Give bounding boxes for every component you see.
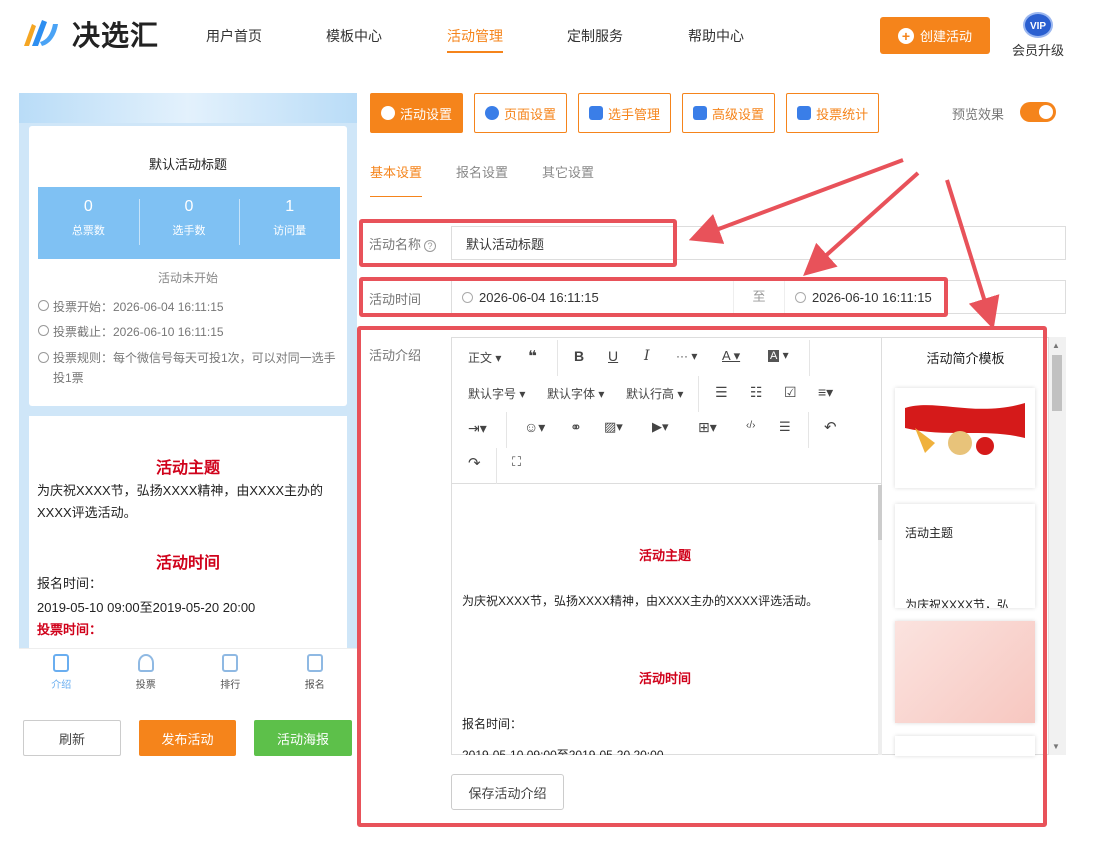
stat-label: 总票数: [71, 225, 105, 237]
preview-vote-label: 投票时间：: [37, 622, 103, 637]
vote-start-row: 投票开始：2026-06-04 16:11:15: [38, 298, 338, 315]
info-icon: [38, 352, 49, 363]
clock-icon: [38, 300, 49, 311]
activity-poster-button[interactable]: 活动海报: [254, 720, 352, 756]
logo-text: 决选汇: [72, 20, 160, 51]
preview-summary-card: 默认活动标题 0 总票数 0 选手数 1 访问量 活动未开始 投票开始：2026…: [29, 126, 347, 406]
logo[interactable]: 决选汇: [20, 14, 159, 54]
vote-end-text: 投票截止：2026-06-10 16:11:15: [53, 325, 224, 339]
vote-rule-text: 投票规则：每个微信号每天可投1次，可以对同一选手投1票: [53, 351, 336, 385]
document-icon: [53, 654, 70, 672]
nav-activity-management[interactable]: 活动管理: [447, 26, 503, 53]
subtab-other[interactable]: 其它设置: [542, 162, 594, 181]
vip-upgrade[interactable]: VIP 会员升级: [1010, 12, 1066, 59]
tab-label: 页面设置: [504, 106, 557, 122]
stat-label: 访问量: [273, 225, 307, 237]
nav-template-center[interactable]: 模板中心: [326, 26, 382, 46]
vote-end-row: 投票截止：2026-06-10 16:11:15: [38, 323, 338, 340]
stat-value: 1: [285, 198, 295, 215]
users-icon: [589, 106, 604, 120]
tab-label: 介绍: [51, 680, 72, 691]
nav-user-home[interactable]: 用户首页: [206, 26, 262, 46]
preview-banner: [19, 93, 357, 123]
settings-tabs: 活动设置 页面设置 选手管理 高级设置 投票统计: [370, 93, 880, 133]
scroll-up-icon[interactable]: ▲: [1052, 341, 1060, 350]
top-header: 决选汇 用户首页 模板中心 活动管理 定制服务 帮助中心 + 创建活动 VIP …: [0, 0, 1115, 72]
tab-label: 选手管理: [608, 106, 661, 122]
stat-value: 0: [83, 198, 93, 215]
sliders-icon: [693, 106, 708, 120]
preview-theme-text: 为庆祝XXXX节，弘扬XXXX精神，由XXXX主办的XXXX评选活动。: [37, 483, 324, 520]
nav-help-center[interactable]: 帮助中心: [688, 26, 744, 46]
preview-stats: 0 总票数 0 选手数 1 访问量: [38, 187, 340, 259]
preview-tabbar: 介绍 投票 排行 报名: [19, 648, 357, 700]
gear-icon: [485, 106, 500, 120]
tab-label: 报名: [304, 680, 325, 691]
tab-page-settings[interactable]: 页面设置: [474, 93, 568, 133]
star-icon: [381, 106, 395, 120]
tab-label: 排行: [220, 680, 241, 691]
stat-label: 选手数: [172, 225, 206, 237]
tab-vote-statistics[interactable]: 投票统计: [786, 93, 880, 133]
user-icon: [137, 654, 154, 672]
bar-chart-icon: [222, 654, 239, 672]
preview-title: 默认活动标题: [148, 157, 227, 172]
highlight-intro-box: [357, 326, 1047, 827]
preview-toggle[interactable]: [1020, 102, 1056, 122]
bar-chart-icon: [797, 106, 812, 120]
stat-visits: 1 访问量: [239, 187, 340, 259]
preview-tab-signup[interactable]: 报名: [273, 649, 358, 700]
tab-activity-settings[interactable]: 活动设置: [370, 93, 464, 133]
tab-advanced-settings[interactable]: 高级设置: [682, 93, 776, 133]
mobile-preview: 默认活动标题 0 总票数 0 选手数 1 访问量 活动未开始 投票开始：2026…: [19, 93, 357, 698]
plus-icon: +: [897, 27, 914, 44]
create-activity-button[interactable]: + 创建活动: [880, 17, 990, 54]
refresh-button[interactable]: 刷新: [23, 720, 121, 756]
highlight-time-box: [359, 277, 948, 317]
preview-time-heading: 活动时间: [155, 555, 220, 572]
subtab-signup[interactable]: 报名设置: [456, 162, 508, 181]
vote-start-text: 投票开始：2026-06-04 16:11:15: [53, 300, 224, 314]
tab-label: 投票统计: [816, 106, 869, 122]
highlight-name-box: [359, 219, 677, 267]
scroll-down-icon[interactable]: ▼: [1052, 742, 1060, 751]
create-activity-label: 创建活动: [919, 29, 972, 44]
nav-custom-service[interactable]: 定制服务: [567, 26, 623, 46]
tab-label: 活动设置: [400, 106, 453, 122]
stat-total-votes: 0 总票数: [38, 187, 139, 259]
activity-status: 活动未开始: [157, 271, 218, 285]
arrow-to-name: [688, 158, 904, 244]
stat-value: 0: [184, 198, 194, 215]
vote-rule-row: 投票规则：每个微信号每天可投1次，可以对同一选手投1票: [38, 348, 338, 388]
preview-tab-ranking[interactable]: 排行: [188, 649, 273, 700]
clock-icon: [38, 325, 49, 336]
logo-icon: [24, 20, 58, 46]
preview-signup-label: 报名时间：: [37, 576, 103, 591]
preview-tab-intro[interactable]: 介绍: [19, 649, 104, 700]
preview-effect-label: 预览效果: [952, 107, 1005, 122]
preview-theme-heading: 活动主题: [155, 460, 220, 477]
scroll-thumb[interactable]: [1052, 355, 1062, 411]
tab-contestant-management[interactable]: 选手管理: [578, 93, 672, 133]
signup-icon: [306, 654, 323, 672]
tab-label: 高级设置: [712, 106, 765, 122]
vip-upgrade-label: 会员升级: [1011, 43, 1064, 58]
template-scrollbar[interactable]: ▲ ▼: [1049, 337, 1066, 755]
vip-badge-icon: VIP: [1023, 12, 1053, 38]
subtab-basic[interactable]: 基本设置: [370, 162, 423, 197]
preview-signup-range: 2019-05-10 09:00至2019-05-20 20:00: [37, 600, 256, 615]
stat-contestants: 0 选手数: [138, 187, 240, 259]
tab-label: 投票: [135, 680, 156, 691]
preview-tab-vote[interactable]: 投票: [104, 649, 189, 700]
publish-activity-button[interactable]: 发布活动: [139, 720, 236, 756]
